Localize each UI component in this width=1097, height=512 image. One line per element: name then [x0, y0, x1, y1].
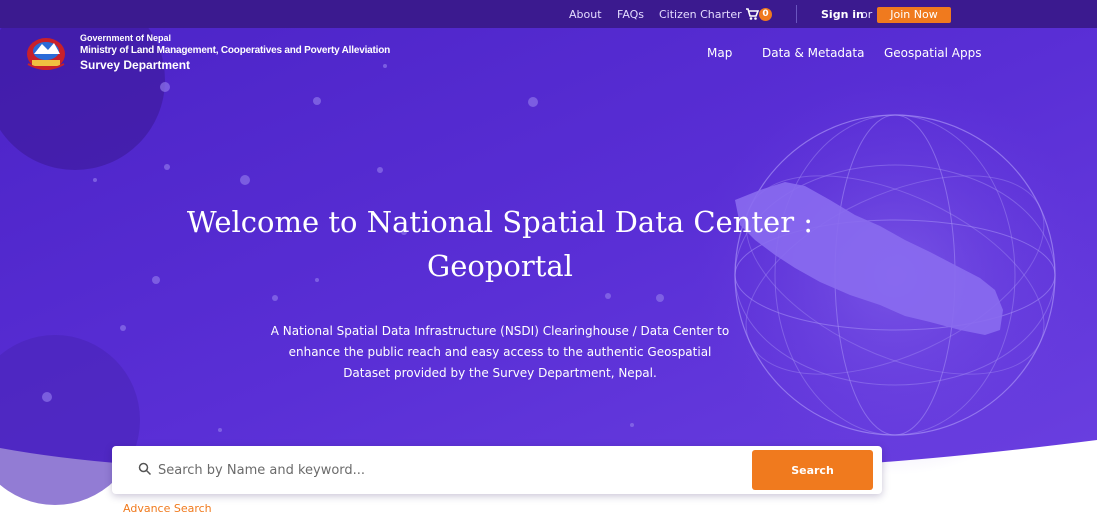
- cart-count-badge: 0: [759, 8, 772, 21]
- top-utility-bar: About FAQs Citizen Charter 0 Sign in or …: [0, 0, 1097, 28]
- hero-subtitle-line2: enhance the public reach and easy access…: [288, 345, 712, 359]
- hero-title-line2: Geoportal: [427, 249, 573, 283]
- citizen-charter-link[interactable]: Citizen Charter: [659, 8, 742, 21]
- or-text: or: [861, 8, 873, 21]
- hero-subtitle: A National Spatial Data Infrastructure (…: [240, 321, 760, 384]
- nav-map[interactable]: Map: [707, 46, 732, 60]
- sign-in-link[interactable]: Sign in: [821, 8, 864, 21]
- join-now-button[interactable]: Join Now: [877, 7, 951, 23]
- org-ministry-text: Ministry of Land Management, Cooperative…: [80, 45, 391, 56]
- about-link[interactable]: About: [569, 8, 602, 21]
- faqs-link[interactable]: FAQs: [617, 8, 644, 21]
- org-department-text: Survey Department: [80, 58, 191, 72]
- cart-icon[interactable]: [745, 7, 759, 21]
- hero-title: Welcome to National Spatial Data Center …: [150, 200, 850, 288]
- search-button[interactable]: Search: [752, 450, 873, 490]
- emblem-logo[interactable]: [24, 34, 68, 72]
- advance-search-link[interactable]: Advance Search: [123, 502, 212, 512]
- hero-section: About FAQs Citizen Charter 0 Sign in or …: [0, 0, 1097, 512]
- search-input[interactable]: [158, 455, 718, 485]
- nav-geospatial-apps[interactable]: Geospatial Apps: [884, 46, 981, 60]
- hero-subtitle-line1: A National Spatial Data Infrastructure (…: [270, 324, 730, 338]
- topbar-divider: [796, 5, 797, 23]
- search-icon: [138, 462, 152, 476]
- org-government-text: Government of Nepal: [80, 33, 172, 43]
- hero-subtitle-line3: Dataset provided by the Survey Departmen…: [343, 366, 657, 380]
- nav-data-metadata[interactable]: Data & Metadata: [762, 46, 864, 60]
- hero-title-line1: Welcome to National Spatial Data Center …: [186, 205, 814, 239]
